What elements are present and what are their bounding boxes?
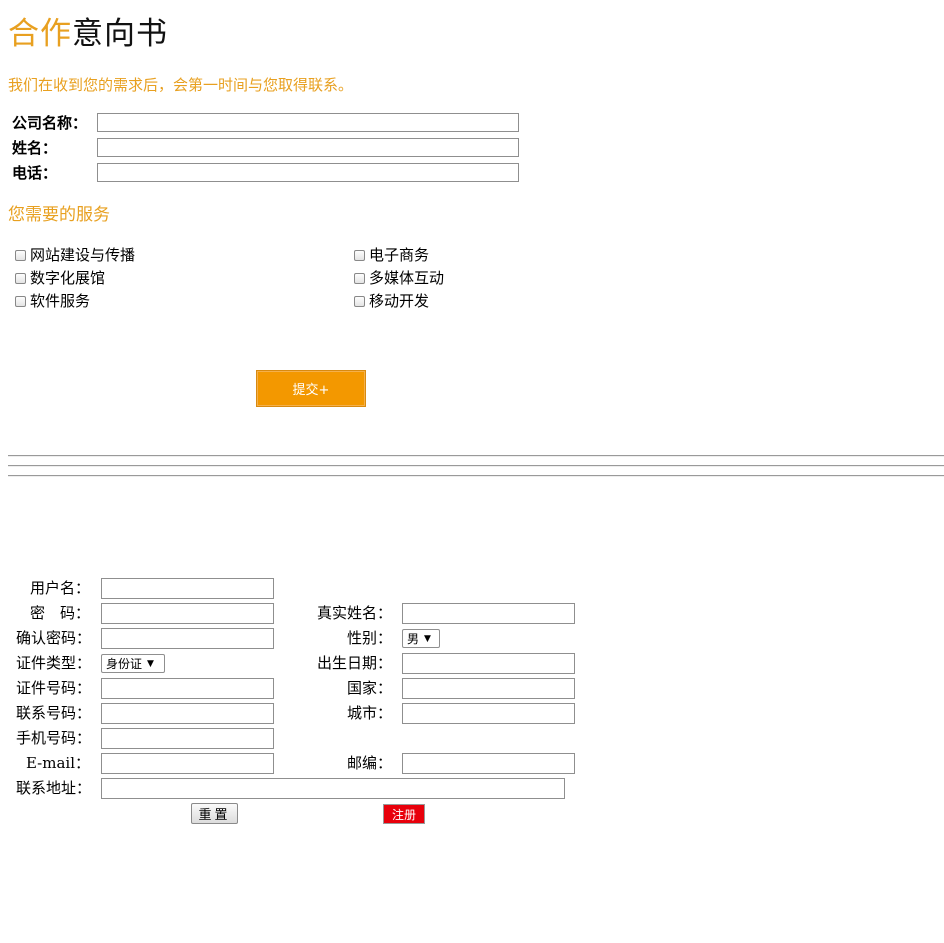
company-name-label: 公司名称： — [12, 114, 88, 132]
contact-number-input[interactable] — [101, 703, 274, 724]
name-input[interactable] — [97, 138, 519, 157]
id-number-label: 证件号码： — [16, 679, 92, 697]
register-button[interactable]: 注册 — [383, 804, 425, 824]
service-option-label: 软件服务 — [30, 292, 91, 310]
email-label: E-mail： — [25, 754, 90, 772]
birth-date-label: 出生日期： — [316, 654, 392, 672]
service-option-ecommerce[interactable]: 电子商务 — [354, 245, 429, 265]
username-label: 用户名： — [29, 579, 90, 597]
id-type-label: 证件类型： — [16, 654, 92, 672]
address-label: 联系地址： — [16, 779, 92, 797]
service-option-label: 移动开发 — [369, 292, 430, 310]
id-type-value: 身份证 — [106, 657, 143, 671]
page-title-accent: 合作 — [8, 16, 72, 52]
company-name-input[interactable] — [97, 113, 519, 132]
gender-value: 男 — [407, 632, 420, 646]
confirm-password-input[interactable] — [101, 628, 274, 649]
city-input[interactable] — [402, 703, 575, 724]
page-subtitle: 我们在收到您的需求后，会第一时间与您取得联系。 — [8, 76, 354, 94]
service-option-label: 网站建设与传播 — [30, 246, 136, 264]
service-option-website[interactable]: 网站建设与传播 — [15, 245, 135, 265]
email-input[interactable] — [101, 753, 274, 774]
phone-input[interactable] — [97, 163, 519, 182]
phone-label: 电话： — [12, 164, 58, 182]
service-option-software[interactable]: 软件服务 — [15, 291, 90, 311]
submit-button[interactable]: 提交+ — [256, 370, 366, 407]
checkbox[interactable] — [354, 272, 365, 284]
service-option-label: 多媒体互动 — [369, 269, 445, 287]
real-name-input[interactable] — [402, 603, 575, 624]
checkbox[interactable] — [15, 249, 26, 261]
checkbox[interactable] — [15, 295, 26, 307]
divider — [8, 465, 944, 467]
service-option-label: 数字化展馆 — [30, 269, 106, 287]
page-title-rest: 意向书 — [72, 16, 168, 52]
services-heading: 您需要的服务 — [8, 205, 110, 225]
chevron-down-icon: ▼ — [147, 658, 154, 669]
address-input[interactable] — [101, 778, 565, 799]
mobile-label: 手机号码： — [16, 729, 92, 747]
mobile-input[interactable] — [101, 728, 274, 749]
divider — [8, 455, 944, 457]
country-input[interactable] — [402, 678, 575, 699]
id-type-select[interactable]: 身份证 ▼ — [101, 654, 165, 673]
id-number-input[interactable] — [101, 678, 274, 699]
birth-date-input[interactable] — [402, 653, 575, 674]
postcode-label: 邮编： — [346, 754, 392, 772]
country-label: 国家： — [346, 679, 392, 697]
city-label: 城市： — [346, 704, 392, 722]
contact-number-label: 联系号码： — [16, 704, 92, 722]
username-input[interactable] — [101, 578, 274, 599]
password-label: 密 码： — [29, 604, 90, 622]
gender-select[interactable]: 男 ▼ — [402, 629, 440, 648]
real-name-label: 真实姓名： — [316, 604, 392, 622]
service-option-label: 电子商务 — [369, 246, 430, 264]
checkbox[interactable] — [354, 295, 365, 307]
name-label: 姓名： — [12, 139, 58, 157]
reset-button[interactable]: 重置 — [191, 803, 238, 824]
service-option-digital-exhibition[interactable]: 数字化展馆 — [15, 268, 105, 288]
postcode-input[interactable] — [402, 753, 575, 774]
checkbox[interactable] — [15, 272, 26, 284]
confirm-password-label: 确认密码： — [16, 629, 92, 647]
chevron-down-icon: ▼ — [424, 633, 431, 644]
page-title: 合作意向书 — [8, 14, 168, 54]
gender-label: 性别： — [346, 629, 392, 647]
checkbox[interactable] — [354, 249, 365, 261]
service-option-mobile[interactable]: 移动开发 — [354, 291, 429, 311]
password-input[interactable] — [101, 603, 274, 624]
service-option-multimedia[interactable]: 多媒体互动 — [354, 268, 444, 288]
divider — [8, 475, 944, 477]
